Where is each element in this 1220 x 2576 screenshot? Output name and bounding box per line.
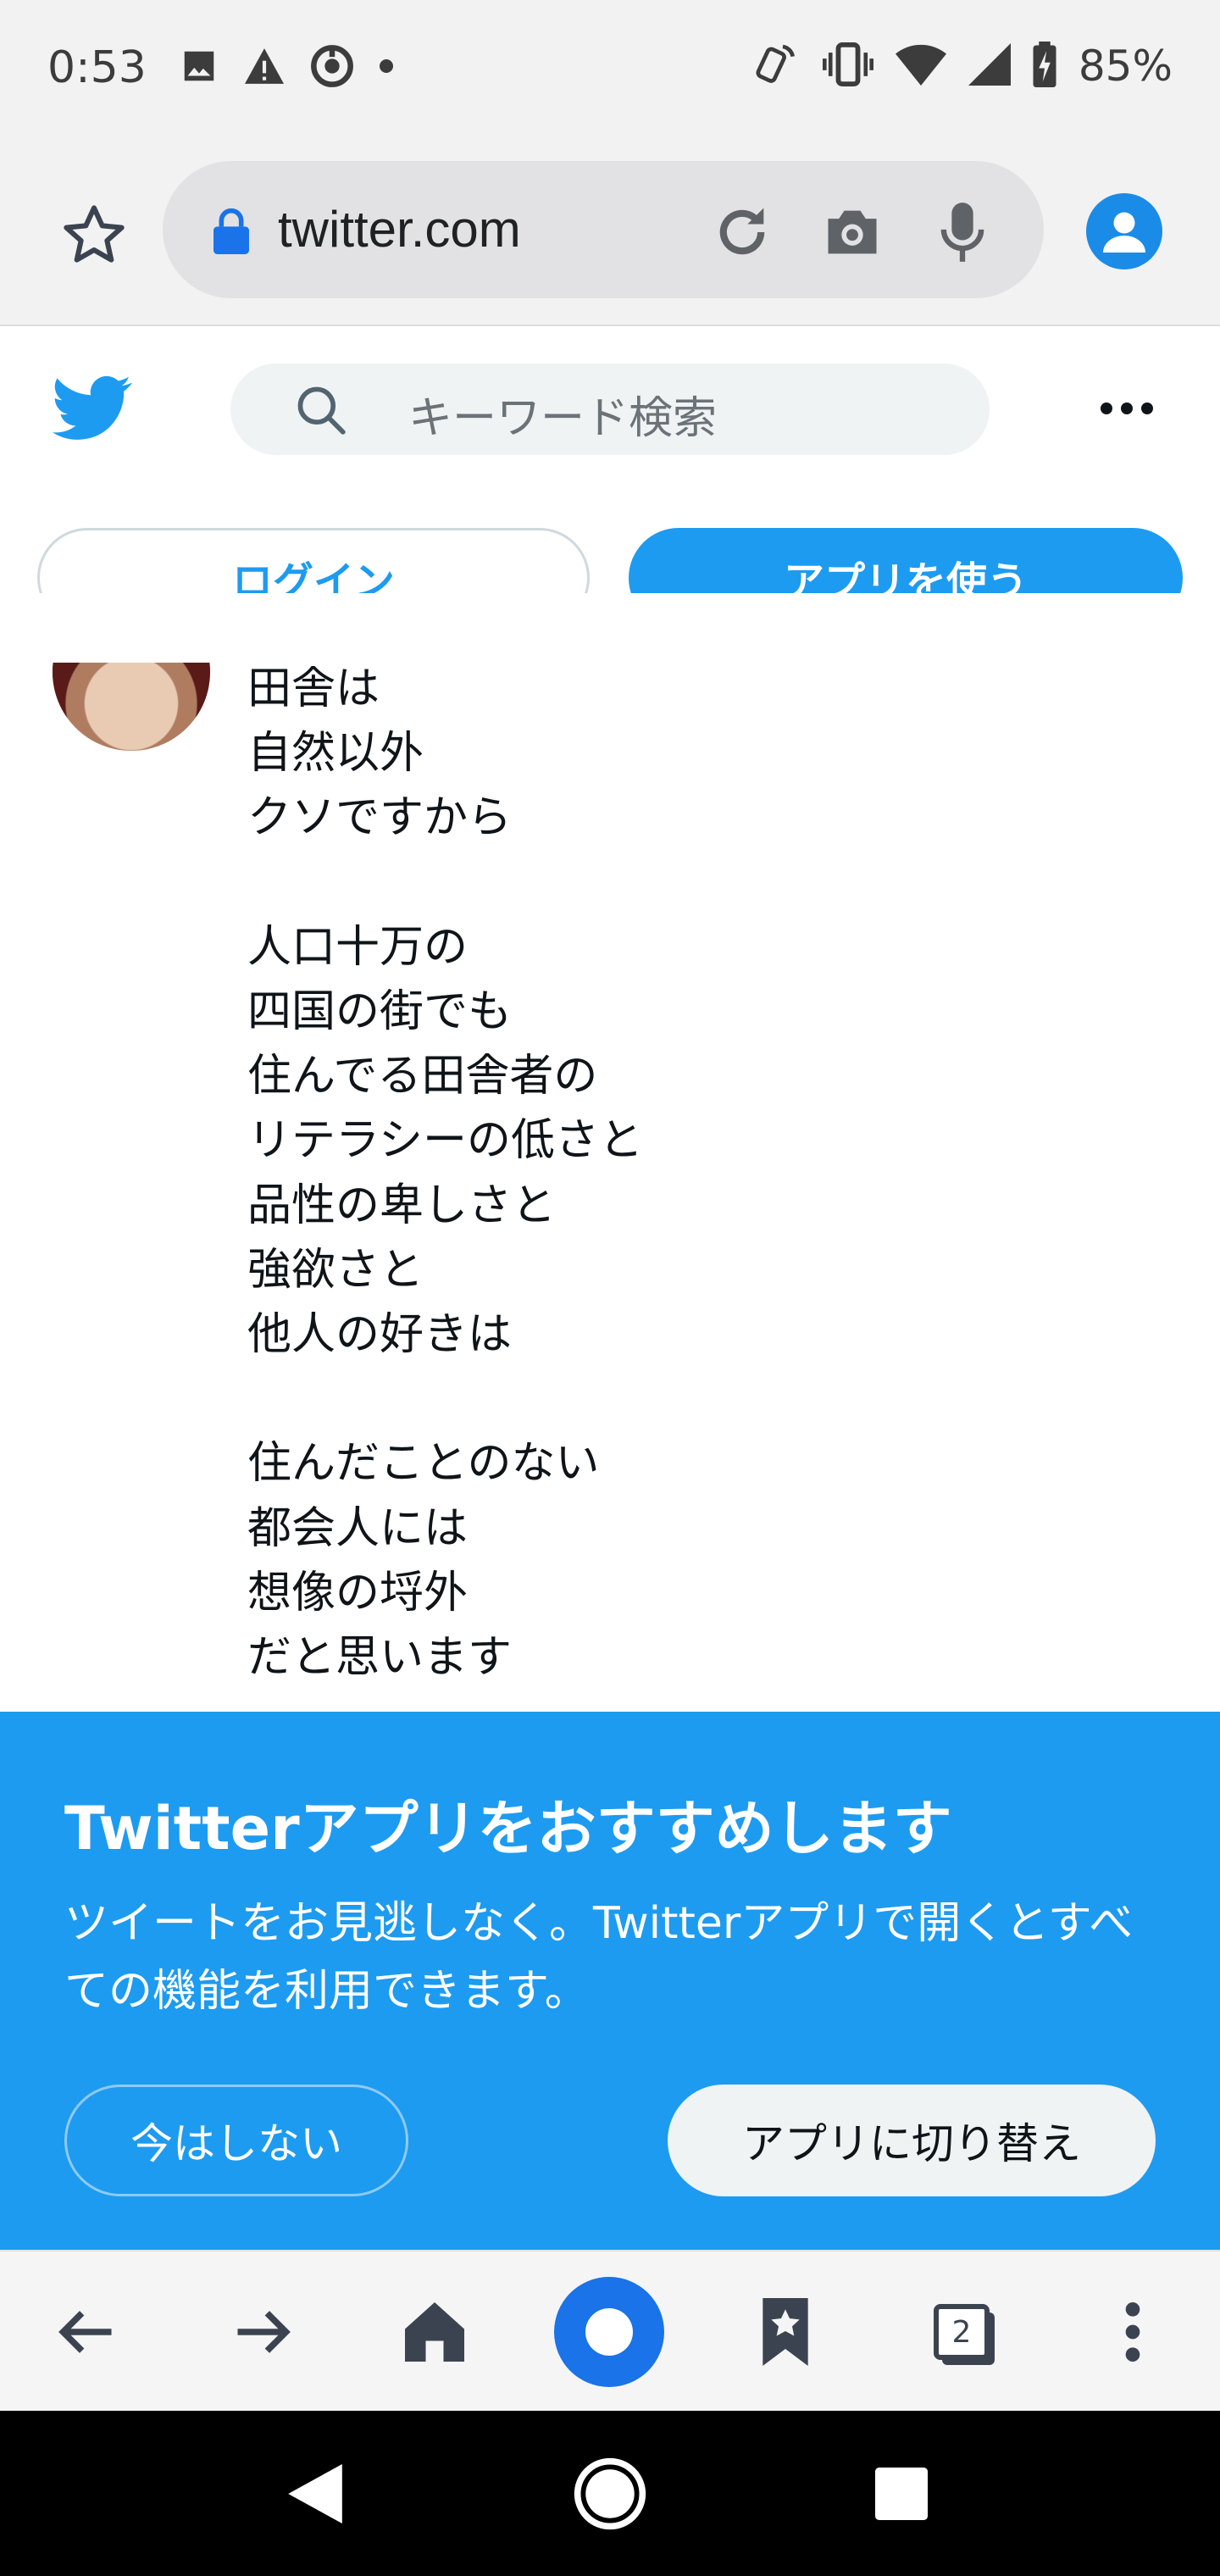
- camera-icon: [828, 210, 877, 254]
- battery-icon: [1033, 42, 1056, 91]
- system-nav-bar: [0, 2411, 1220, 2576]
- lock-icon: [210, 207, 252, 258]
- wifi-icon: [895, 43, 946, 89]
- more-vert-icon: [1125, 2302, 1140, 2362]
- search-placeholder: キーワード検索: [408, 393, 718, 444]
- more-options-button[interactable]: [1093, 387, 1161, 430]
- browser-bottom-bar: 2: [0, 2250, 1220, 2411]
- circle-icon: [585, 2308, 633, 2356]
- home-button[interactable]: [388, 2285, 481, 2379]
- camera-button[interactable]: [820, 200, 884, 264]
- url-text: twitter.com: [278, 201, 521, 258]
- browser-main-button[interactable]: [554, 2277, 664, 2387]
- system-back-button[interactable]: [276, 2455, 354, 2533]
- profile-button[interactable]: [1086, 193, 1162, 269]
- arrow-right-icon: [237, 2311, 291, 2353]
- tweet-text: 田舎は 自然以外 クソですから 人口十万の 四国の街でも 住んでる田舎者の リテ…: [247, 663, 643, 1684]
- nfc-icon: [753, 41, 801, 92]
- battery-percent: 85%: [1078, 42, 1173, 91]
- dot-icon: [378, 58, 395, 78]
- status-bar: 0:53 85%: [0, 0, 1220, 136]
- bookmarks-button[interactable]: [739, 2285, 832, 2379]
- reload-icon: [719, 208, 765, 255]
- browser-menu-button[interactable]: [1086, 2285, 1179, 2379]
- bookmark-icon: [762, 2298, 808, 2366]
- app-promo-banner: Twitterアプリをおすすめします ツイートをお見逃しなく。Twitterアプ…: [0, 1712, 1220, 2250]
- signal-icon: [968, 43, 1011, 89]
- more-dot-icon: [1141, 402, 1153, 414]
- triangle-back-icon: [288, 2464, 342, 2523]
- tab-count: 2: [934, 2304, 990, 2360]
- vibrate-icon: [822, 42, 873, 90]
- more-dot-icon: [1101, 402, 1112, 414]
- reload-button[interactable]: [710, 200, 774, 264]
- status-left-icons: [180, 44, 395, 92]
- switch-to-app-button[interactable]: アプリに切り替え: [668, 2085, 1156, 2196]
- status-time: 0:53: [47, 42, 147, 93]
- twitter-bird-icon[interactable]: [53, 375, 132, 446]
- header-overlap: [0, 593, 1220, 663]
- square-recents-icon: [875, 2468, 928, 2520]
- system-recents-button[interactable]: [862, 2455, 940, 2533]
- arrow-left-icon: [58, 2311, 112, 2353]
- bookmark-star-button[interactable]: [56, 197, 132, 273]
- voice-search-button[interactable]: [930, 200, 995, 264]
- search-icon: [295, 384, 347, 440]
- circle-home-icon: [574, 2457, 646, 2530]
- forward-button[interactable]: [215, 2285, 308, 2379]
- image-icon: [180, 47, 219, 89]
- account-icon: [1103, 212, 1145, 253]
- system-home-button[interactable]: [571, 2455, 649, 2533]
- banner-description: ツイートをお見逃しなく。Twitterアプリで開くとすべての機能を利用できます。: [64, 1898, 1134, 2017]
- search-input[interactable]: キーワード検索: [230, 364, 990, 455]
- url-bar[interactable]: twitter.com: [163, 161, 1044, 298]
- microphone-icon: [940, 203, 984, 262]
- sync-icon: [310, 44, 354, 92]
- status-right-icons: 85%: [753, 41, 1173, 92]
- not-now-button[interactable]: 今はしない: [64, 2085, 408, 2196]
- star-icon: [64, 205, 125, 263]
- warning-icon: [242, 47, 286, 89]
- browser-toolbar: twitter.com: [0, 136, 1220, 326]
- home-icon: [405, 2302, 464, 2362]
- back-button[interactable]: [41, 2285, 134, 2379]
- banner-title: Twitterアプリをおすすめします: [64, 1794, 952, 1863]
- more-dot-icon: [1121, 402, 1133, 414]
- tabs-button[interactable]: 2: [915, 2285, 1008, 2379]
